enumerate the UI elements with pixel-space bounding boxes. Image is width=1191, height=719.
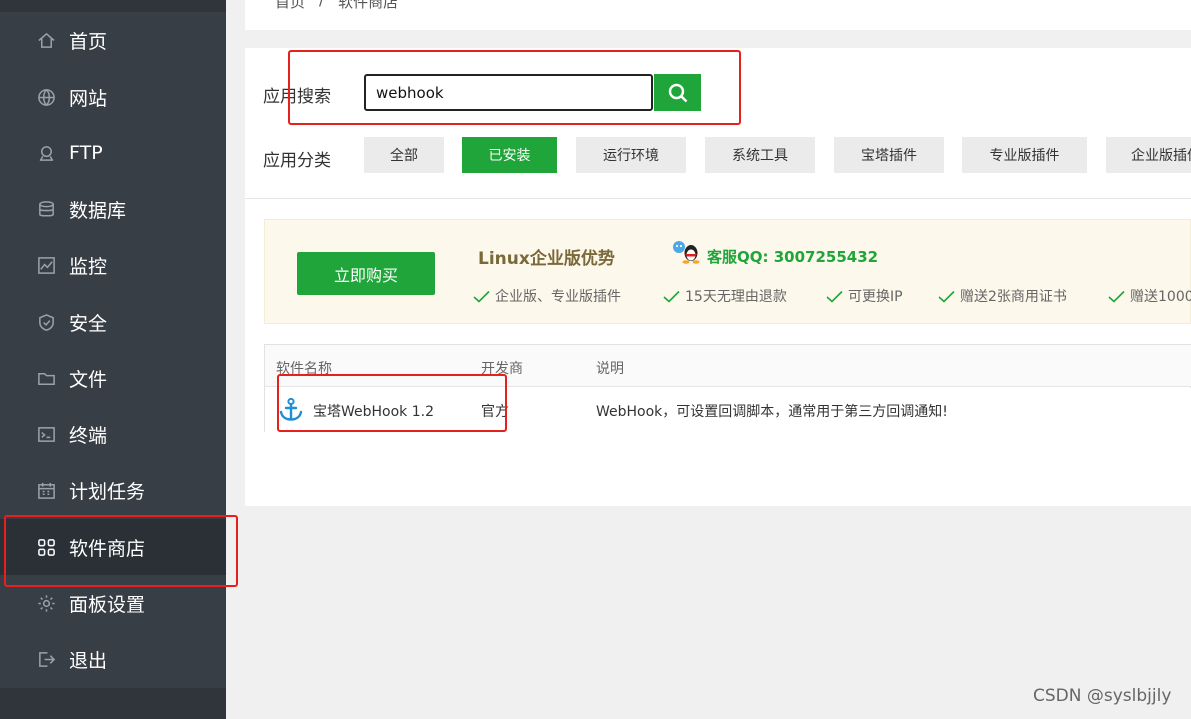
calendar-icon bbox=[36, 480, 56, 500]
column-description: 说明 bbox=[596, 361, 624, 377]
sidebar-item-database[interactable]: 数据库 bbox=[0, 181, 226, 237]
table-row[interactable]: 宝塔WebHook 1.2 官方 WebHook，可设置回调脚本，通常用于第三方… bbox=[265, 388, 1191, 432]
breadcrumb-home[interactable]: 首页 bbox=[275, 0, 305, 12]
check-icon bbox=[826, 290, 843, 303]
category-installed[interactable]: 已安装 bbox=[462, 137, 557, 173]
sidebar-item-label: 数据库 bbox=[69, 199, 127, 222]
sidebar-item-label: 首页 bbox=[69, 30, 108, 53]
promo-feature: 赠送1000 bbox=[1108, 286, 1191, 306]
sidebar-item-label: 面板设置 bbox=[69, 593, 146, 616]
sidebar-item-files[interactable]: 文件 bbox=[0, 350, 226, 406]
category-enterprise-plugins[interactable]: 企业版插件 bbox=[1106, 137, 1191, 173]
sidebar-bottom bbox=[0, 688, 226, 719]
database-icon bbox=[36, 199, 56, 219]
breadcrumb: 首页 / 软件商店 bbox=[245, 0, 1191, 30]
sidebar-item-label: 退出 bbox=[69, 649, 108, 672]
category-system-tools[interactable]: 系统工具 bbox=[705, 137, 815, 173]
divider bbox=[245, 198, 1191, 199]
ftp-icon bbox=[36, 143, 56, 163]
shield-icon bbox=[36, 312, 56, 332]
qq-contact[interactable]: 客服QQ: 3007255432 bbox=[707, 246, 878, 267]
check-icon bbox=[1108, 290, 1125, 303]
promo-feature: 赠送2张商用证书 bbox=[938, 286, 1067, 306]
search-icon bbox=[668, 83, 687, 102]
sidebar-item-cron[interactable]: 计划任务 bbox=[0, 462, 226, 518]
sidebar-item-label: 监控 bbox=[69, 255, 108, 278]
sidebar: 首页 网站 FTP 数据库 监控 安全 文件 终端 计划任务 软件商店 面板设置 bbox=[0, 0, 226, 719]
logout-icon bbox=[36, 649, 56, 669]
category-pro-plugins[interactable]: 专业版插件 bbox=[962, 137, 1087, 173]
category-bt-plugins[interactable]: 宝塔插件 bbox=[834, 137, 944, 173]
sidebar-item-security[interactable]: 安全 bbox=[0, 294, 226, 350]
gear-icon bbox=[36, 593, 56, 613]
watermark: CSDN @syslbjjly bbox=[1033, 686, 1172, 706]
search-input[interactable] bbox=[364, 74, 653, 111]
sidebar-top bbox=[0, 0, 226, 12]
software-developer: 官方 bbox=[481, 404, 509, 420]
software-description: WebHook，可设置回调脚本，通常用于第三方回调通知! bbox=[596, 404, 948, 420]
sidebar-item-label: 安全 bbox=[69, 312, 108, 335]
sidebar-item-label: 终端 bbox=[69, 424, 108, 447]
promo-title: Linux企业版优势 bbox=[478, 249, 615, 269]
breadcrumb-current: 软件商店 bbox=[338, 0, 399, 11]
globe-icon bbox=[36, 87, 56, 107]
check-icon bbox=[663, 290, 680, 303]
category-all[interactable]: 全部 bbox=[364, 137, 444, 173]
sidebar-item-label: 文件 bbox=[69, 368, 108, 391]
sidebar-item-logout[interactable]: 退出 bbox=[0, 631, 226, 687]
software-store-panel: 应用搜索 应用分类 全部 已安装 运行环境 系统工具 宝塔插件 专业版插件 企业… bbox=[245, 48, 1191, 506]
sidebar-item-monitor[interactable]: 监控 bbox=[0, 237, 226, 293]
search-label: 应用搜索 bbox=[263, 87, 331, 107]
sidebar-item-website[interactable]: 网站 bbox=[0, 69, 226, 125]
sidebar-item-software-store[interactable]: 软件商店 bbox=[0, 519, 226, 575]
sidebar-item-label: 软件商店 bbox=[69, 537, 146, 560]
category-label: 应用分类 bbox=[263, 151, 331, 171]
software-name[interactable]: 宝塔WebHook 1.2 bbox=[313, 401, 434, 421]
column-name: 软件名称 bbox=[276, 361, 332, 377]
sidebar-item-panel-settings[interactable]: 面板设置 bbox=[0, 575, 226, 631]
anchor-icon bbox=[279, 397, 303, 421]
sidebar-item-label: 计划任务 bbox=[69, 480, 146, 503]
sidebar-item-home[interactable]: 首页 bbox=[0, 12, 226, 68]
sidebar-item-terminal[interactable]: 终端 bbox=[0, 406, 226, 462]
check-icon bbox=[473, 290, 490, 303]
grid-icon bbox=[36, 537, 56, 557]
monitor-icon bbox=[36, 255, 56, 275]
category-runtime[interactable]: 运行环境 bbox=[576, 137, 686, 173]
promo-feature: 企业版、专业版插件 bbox=[473, 286, 621, 306]
promo-feature: 15天无理由退款 bbox=[663, 286, 787, 306]
enterprise-promo: 立即购买 Linux企业版优势 客服QQ: 3007255432 企业版、专业版… bbox=[264, 219, 1191, 324]
breadcrumb-separator: / bbox=[319, 0, 325, 9]
column-developer: 开发商 bbox=[481, 361, 523, 377]
sidebar-item-label: FTP bbox=[69, 142, 103, 164]
folder-icon bbox=[36, 368, 56, 388]
home-icon bbox=[36, 30, 56, 50]
promo-feature: 可更换IP bbox=[826, 286, 903, 306]
terminal-icon bbox=[36, 424, 56, 444]
table-header: 软件名称 开发商 说明 bbox=[265, 345, 1191, 387]
check-icon bbox=[938, 290, 955, 303]
buy-now-button[interactable]: 立即购买 bbox=[297, 252, 435, 295]
qq-icon bbox=[673, 241, 700, 264]
software-table: 软件名称 开发商 说明 宝塔WebHook 1.2 官方 WebHook，可设置… bbox=[264, 344, 1191, 432]
sidebar-item-ftp[interactable]: FTP bbox=[0, 125, 226, 181]
sidebar-item-label: 网站 bbox=[69, 87, 108, 110]
search-button[interactable] bbox=[654, 74, 701, 111]
